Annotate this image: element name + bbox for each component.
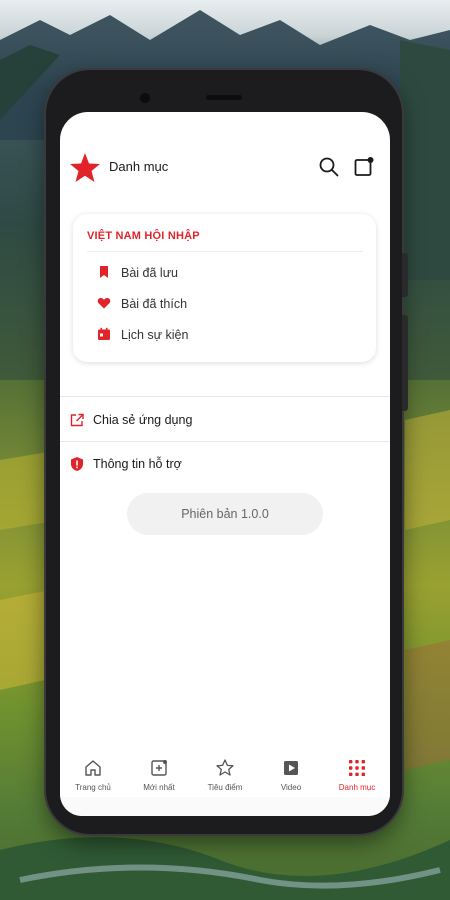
- tab-home-label: Trang chủ: [75, 783, 111, 792]
- search-icon[interactable]: [318, 156, 340, 178]
- liked-articles-label: Bài đã thích: [121, 297, 188, 311]
- liked-articles-item[interactable]: Bài đã thích: [97, 295, 357, 313]
- event-calendar-item[interactable]: Lịch sự kiện: [97, 326, 357, 344]
- tab-latest[interactable]: Mới nhất: [126, 745, 192, 797]
- share-app-item[interactable]: Chia sẻ ứng dụng: [69, 410, 369, 430]
- bookmark-icon: [100, 266, 108, 278]
- calendar-icon: [98, 327, 110, 340]
- card-title: VIỆT NAM HỘI NHẬP: [87, 230, 200, 242]
- home-icon: [85, 760, 101, 776]
- heart-icon: [97, 298, 111, 309]
- divider: [60, 441, 390, 442]
- tab-video-label: Video: [280, 783, 302, 792]
- tab-latest-label: Mới nhất: [143, 783, 175, 792]
- account-card: VIỆT NAM HỘI NHẬP Bài đã lưu Bài đã thíc…: [73, 214, 376, 362]
- tab-home[interactable]: Trang chủ: [60, 745, 126, 797]
- shield-icon: [71, 457, 83, 471]
- tab-categories[interactable]: Danh mục: [324, 745, 390, 797]
- tab-categories-label: Danh mục: [338, 783, 376, 792]
- power-button: [402, 253, 408, 297]
- new-icon: [151, 760, 167, 776]
- card-divider: [87, 251, 363, 252]
- tab-highlights[interactable]: Tiêu điểm: [192, 745, 258, 797]
- bottom-tab-bar: Trang chủ Mới nhất Tiêu điểm Video Danh …: [60, 745, 390, 797]
- notification-icon[interactable]: [353, 156, 375, 178]
- app-header: Danh mục: [60, 148, 390, 188]
- page-title: Danh mục: [109, 159, 169, 174]
- tab-highlights-label: Tiêu điểm: [207, 783, 243, 792]
- support-info-label: Thông tin hỗ trợ: [93, 457, 182, 471]
- star-icon: [216, 759, 234, 776]
- event-calendar-label: Lịch sự kiện: [121, 328, 189, 342]
- star-logo-icon: [70, 153, 100, 182]
- version-pill: Phiên bản 1.0.0: [127, 493, 323, 535]
- video-icon: [284, 761, 298, 775]
- app-screen: Danh mục VIỆT NAM HỘI NHẬP Bài đã lưu Bà…: [60, 112, 390, 816]
- earpiece-speaker: [206, 95, 242, 100]
- tab-video[interactable]: Video: [258, 745, 324, 797]
- volume-button: [402, 315, 408, 411]
- grid-icon: [349, 760, 365, 776]
- share-icon: [70, 413, 84, 427]
- divider: [60, 396, 390, 397]
- system-nav-area: [60, 797, 390, 816]
- share-app-label: Chia sẻ ứng dụng: [93, 413, 193, 427]
- saved-articles-label: Bài đã lưu: [121, 266, 179, 280]
- support-info-item[interactable]: Thông tin hỗ trợ: [69, 454, 369, 474]
- front-camera: [140, 93, 150, 103]
- saved-articles-item[interactable]: Bài đã lưu: [97, 264, 357, 282]
